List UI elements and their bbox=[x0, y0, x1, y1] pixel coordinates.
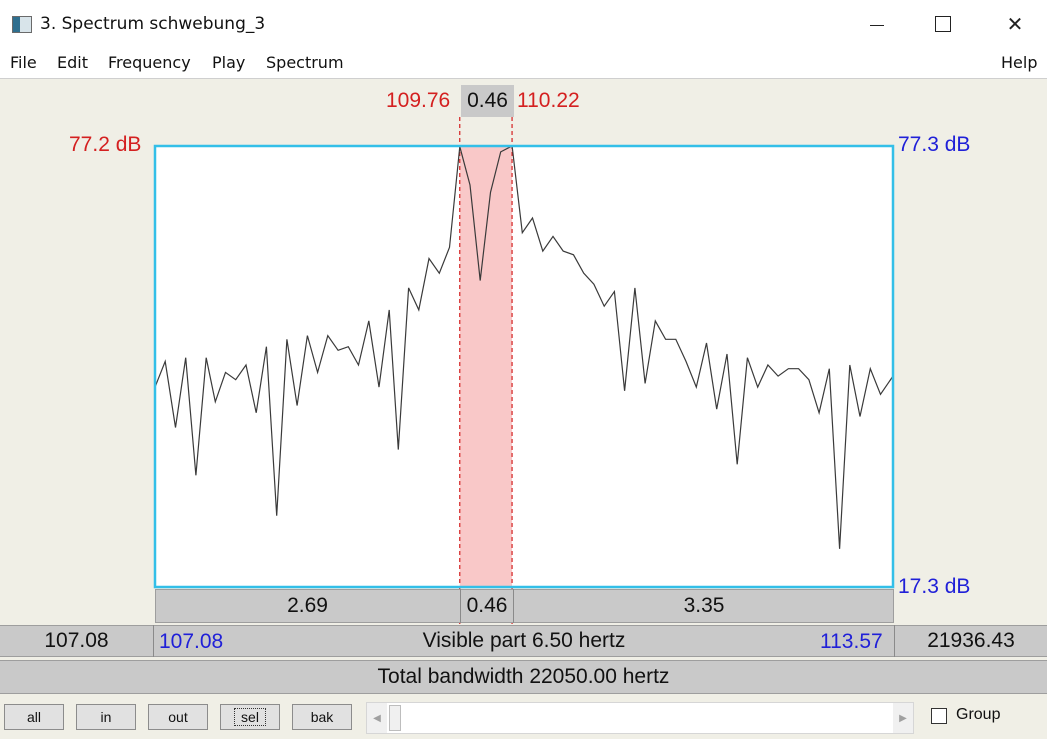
range-visible-right-value: 113.57 bbox=[820, 630, 883, 653]
zoom-sel-label: sel bbox=[234, 708, 266, 726]
scroll-thumb[interactable] bbox=[389, 705, 401, 731]
scroll-right-icon[interactable]: ▶ bbox=[893, 703, 913, 733]
interval-right-cell[interactable]: 3.35 bbox=[514, 589, 894, 623]
horizontal-scrollbar[interactable]: ◀ ▶ bbox=[366, 702, 914, 734]
zoom-out-label: out bbox=[168, 709, 188, 725]
range-outer-right-cell[interactable]: 21936.43 bbox=[895, 625, 1047, 657]
interval-middle-value: 0.46 bbox=[466, 594, 508, 617]
zoom-bak-button[interactable]: bak bbox=[292, 704, 352, 730]
interval-left-value: 2.69 bbox=[287, 594, 328, 617]
range-outer-left-cell[interactable]: 107.08 bbox=[0, 625, 154, 657]
total-bandwidth-cell[interactable]: Total bandwidth 22050.00 hertz bbox=[0, 660, 1047, 694]
range-visible-left-value: 107.08 bbox=[159, 630, 224, 653]
zoom-sel-button[interactable]: sel bbox=[220, 704, 280, 730]
range-outer-left-value: 107.08 bbox=[44, 629, 109, 652]
zoom-in-label: in bbox=[100, 709, 112, 725]
plot-frame bbox=[153, 144, 895, 589]
total-bandwidth-label: Total bandwidth 22050.00 hertz bbox=[377, 665, 670, 688]
zoom-in-button[interactable]: in bbox=[76, 704, 136, 730]
zoom-all-button[interactable]: all bbox=[4, 704, 64, 730]
zoom-bak-label: bak bbox=[310, 709, 334, 725]
interval-left-cell[interactable]: 2.69 bbox=[155, 589, 460, 623]
range-visible-cell[interactable]: Visible part 6.50 hertz bbox=[154, 625, 895, 657]
selection-region bbox=[459, 146, 513, 587]
spectrum-curve bbox=[154, 145, 894, 549]
zoom-out-button[interactable]: out bbox=[148, 704, 208, 730]
group-label: Group bbox=[956, 706, 1001, 723]
interval-right-value: 3.35 bbox=[683, 594, 725, 617]
visible-part-label: Visible part 6.50 hertz bbox=[422, 629, 626, 652]
zoom-all-label: all bbox=[26, 709, 41, 725]
scroll-left-icon[interactable]: ◀ bbox=[367, 703, 387, 733]
range-outer-right-value: 21936.43 bbox=[927, 629, 1015, 652]
interval-middle-cell[interactable]: 0.46 bbox=[460, 589, 514, 623]
group-checkbox[interactable] bbox=[931, 708, 947, 724]
